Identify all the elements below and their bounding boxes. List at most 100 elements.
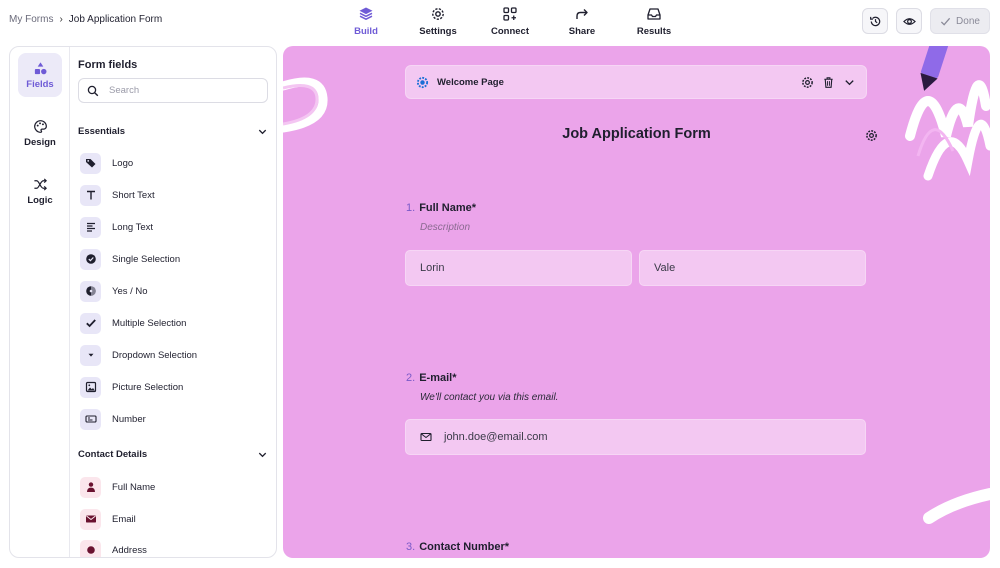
question-number: 2. xyxy=(406,372,416,384)
gear-icon xyxy=(432,8,444,20)
field-item-label: Address xyxy=(112,544,147,556)
history-button[interactable] xyxy=(862,8,888,34)
breadcrumb: My Forms › Job Application Form xyxy=(9,14,162,25)
field-item-label: Picture Selection xyxy=(112,381,184,393)
envelope-icon xyxy=(85,515,96,523)
field-item-number[interactable]: Number xyxy=(80,408,146,430)
welcome-page-bar[interactable]: Welcome Page xyxy=(405,65,867,99)
rail-item-label: Logic xyxy=(27,194,53,206)
last-name-input[interactable]: Vale xyxy=(639,250,866,286)
question-2-title[interactable]: 2. E-mail* xyxy=(406,372,456,384)
field-item-short-text[interactable]: Short Text xyxy=(80,184,155,206)
tab-share-label: Share xyxy=(568,26,596,37)
field-item-label: Long Text xyxy=(112,221,154,233)
breadcrumb-separator: › xyxy=(59,14,63,25)
settings-gear-icon[interactable] xyxy=(801,76,814,89)
grid-plus-icon xyxy=(503,7,517,21)
field-icon-wrap xyxy=(80,312,101,334)
field-item-yes-no[interactable]: Yes / No xyxy=(80,280,148,302)
field-item-label: Logo xyxy=(112,157,134,169)
tab-share[interactable]: Share xyxy=(546,4,618,38)
main-nav: Build Settings Connect Share Results xyxy=(330,4,690,38)
history-icon xyxy=(869,16,880,26)
rail-item-logic[interactable]: Logic xyxy=(18,169,62,213)
field-icon-wrap xyxy=(80,508,101,530)
number-icon xyxy=(84,415,97,423)
tab-connect-label: Connect xyxy=(491,26,529,37)
layers-icon xyxy=(359,7,373,20)
field-item-label: Single Selection xyxy=(112,253,181,265)
trash-icon[interactable] xyxy=(822,76,835,89)
field-item-label: Email xyxy=(112,513,136,525)
field-item-single-selection[interactable]: Single Selection xyxy=(80,248,180,270)
question-1-description[interactable]: Description xyxy=(420,222,470,233)
field-icon-wrap xyxy=(80,184,101,206)
question-1-title[interactable]: 1. Full Name* xyxy=(406,202,476,214)
field-icon-wrap xyxy=(80,408,101,430)
field-item-picture-selection[interactable]: Picture Selection xyxy=(80,376,183,398)
welcome-page-label: Welcome Page xyxy=(437,76,504,88)
rail-item-design[interactable]: Design xyxy=(18,111,62,155)
field-icon-wrap xyxy=(80,344,101,366)
panel-title: Form fields xyxy=(78,59,138,71)
palette-icon xyxy=(33,119,47,133)
field-item-label: Full Name xyxy=(112,481,156,493)
done-label: Done xyxy=(956,15,980,27)
done-button[interactable]: Done xyxy=(930,8,990,34)
yes-no-icon xyxy=(85,286,96,296)
field-item-label: Short Text xyxy=(112,189,155,201)
top-actions: Done xyxy=(862,8,990,34)
chevron-down-icon xyxy=(258,452,267,458)
question-title-text: E-mail* xyxy=(419,372,457,384)
field-item-long-text[interactable]: Long Text xyxy=(80,216,153,238)
rail-item-fields[interactable]: Fields xyxy=(18,53,62,97)
tab-build[interactable]: Build xyxy=(330,4,402,38)
check-icon xyxy=(940,17,951,26)
preview-button[interactable] xyxy=(896,8,922,34)
section-essentials[interactable]: Essentials xyxy=(78,126,268,137)
email-input[interactable]: john.doe@email.com xyxy=(405,419,866,455)
field-item-logo[interactable]: Logo xyxy=(80,152,133,174)
welcome-page-actions xyxy=(801,76,856,89)
text-t-icon xyxy=(86,190,95,200)
tags-icon xyxy=(85,159,95,168)
question-3-title[interactable]: 3. Contact Number* xyxy=(406,541,509,553)
search-input[interactable] xyxy=(109,85,249,96)
first-name-input[interactable]: Lorin xyxy=(405,250,632,286)
section-contact-details[interactable]: Contact Details xyxy=(78,449,268,460)
location-icon xyxy=(86,546,95,554)
form-title[interactable]: Job Application Form xyxy=(283,126,990,142)
rail-item-label: Fields xyxy=(26,78,54,90)
breadcrumb-my-forms[interactable]: My Forms xyxy=(9,14,53,25)
search-icon xyxy=(87,85,99,96)
breadcrumb-current-form: Job Application Form xyxy=(68,14,163,25)
share-arrow-icon xyxy=(576,9,588,19)
field-item-multiple-selection[interactable]: Multiple Selection xyxy=(80,312,186,334)
field-item-full-name[interactable]: Full Name xyxy=(80,476,155,498)
chevron-down-icon[interactable] xyxy=(843,76,856,89)
field-icon-wrap xyxy=(80,248,101,270)
decorative-pencil-scribble xyxy=(905,46,990,181)
eye-icon xyxy=(902,17,916,25)
field-icon-wrap xyxy=(80,152,101,174)
title-settings-gear-icon[interactable] xyxy=(865,129,878,142)
input-value: Vale xyxy=(654,262,676,274)
question-title-text: Contact Number* xyxy=(419,541,510,553)
search-field[interactable] xyxy=(78,78,268,103)
tab-settings[interactable]: Settings xyxy=(402,4,474,38)
tab-results[interactable]: Results xyxy=(618,4,690,38)
question-2-description[interactable]: We'll contact you via this email. xyxy=(420,392,558,403)
gear-icon xyxy=(416,76,429,88)
decorative-brush-stroke xyxy=(923,488,990,524)
field-icon-wrap xyxy=(80,476,101,498)
shuffle-icon xyxy=(33,177,47,191)
tab-connect[interactable]: Connect xyxy=(474,4,546,38)
question-number: 1. xyxy=(406,202,416,214)
align-left-icon xyxy=(86,222,95,232)
field-icon-wrap xyxy=(80,539,101,557)
section-title: Contact Details xyxy=(78,449,148,460)
field-item-address[interactable]: Address xyxy=(80,539,147,557)
field-item-dropdown-selection[interactable]: Dropdown Selection xyxy=(80,344,197,366)
field-item-email[interactable]: Email xyxy=(80,508,136,530)
form-fields-panel: Form fields Essentials Logo Short Text L… xyxy=(70,47,276,557)
